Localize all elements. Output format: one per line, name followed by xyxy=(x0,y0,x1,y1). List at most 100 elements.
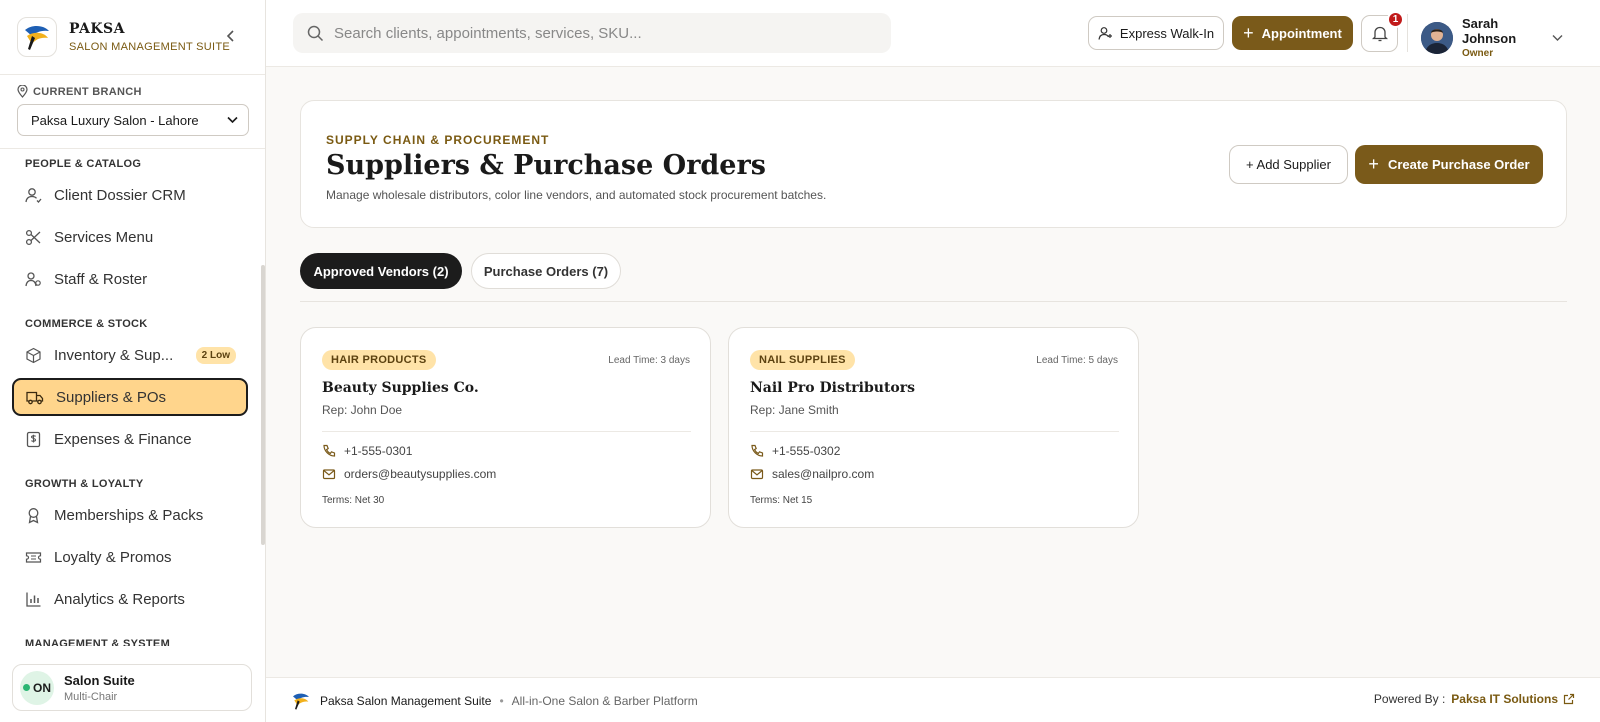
sidebar-item-loyalty[interactable]: Loyalty & Promos xyxy=(12,538,248,576)
scissors-icon xyxy=(24,228,42,246)
sidebar-item-label: Inventory & Sup... xyxy=(54,346,174,364)
phone-icon xyxy=(751,444,764,457)
online-dot-icon xyxy=(23,684,30,691)
salon-suite-card[interactable]: ON Salon Suite Multi-Chair xyxy=(12,664,252,711)
vendor-card[interactable]: NAIL SUPPLIES Lead Time: 5 days Nail Pro… xyxy=(728,327,1139,528)
search-input[interactable] xyxy=(334,24,874,42)
brand: PAKSA SALON MANAGEMENT SUITE xyxy=(0,0,265,75)
bell-icon xyxy=(1371,26,1388,42)
page-header-card: SUPPLY CHAIN & PROCUREMENT Suppliers & P… xyxy=(300,100,1567,228)
low-stock-badge: 2 Low xyxy=(195,346,236,364)
tabs-divider xyxy=(300,301,1567,302)
sidebar-item-label: Client Dossier CRM xyxy=(54,186,186,204)
add-supplier-button[interactable]: + Add Supplier xyxy=(1229,145,1348,184)
divider xyxy=(322,431,691,432)
vendor-rep: Rep: John Doe xyxy=(322,403,403,417)
truck-icon xyxy=(26,388,44,406)
bird-logo-icon xyxy=(293,693,309,710)
payment-terms: Terms: Net 15 xyxy=(750,495,813,506)
sidebar-item-staff[interactable]: Staff & Roster xyxy=(12,260,248,298)
vendor-card[interactable]: HAIR PRODUCTS Lead Time: 3 days Beauty S… xyxy=(300,327,711,528)
staff-icon xyxy=(24,270,42,288)
create-purchase-order-button[interactable]: + Create Purchase Order xyxy=(1355,145,1543,184)
map-pin-icon xyxy=(17,85,28,98)
external-link-icon[interactable] xyxy=(1563,693,1575,705)
vendor-email[interactable]: sales@nailpro.com xyxy=(750,467,874,481)
sidebar: PAKSA SALON MANAGEMENT SUITE CURRENT BRA… xyxy=(0,0,266,722)
sidebar-item-label: Analytics & Reports xyxy=(54,590,185,608)
branch-selector: CURRENT BRANCH Paksa Luxury Salon - Laho… xyxy=(0,75,265,149)
nav-section-management: MANAGEMENT & SYSTEM xyxy=(25,638,171,646)
vendor-phone[interactable]: +1-555-0301 xyxy=(322,444,412,458)
vendor-name: Nail Pro Distributors xyxy=(750,380,916,396)
collapse-sidebar-button[interactable] xyxy=(223,28,239,44)
sidebar-scrollbar[interactable] xyxy=(261,265,265,545)
divider xyxy=(750,431,1119,432)
receipt-icon xyxy=(24,430,42,448)
brand-subtitle: SALON MANAGEMENT SUITE xyxy=(69,41,231,53)
vendor-rep: Rep: Jane Smith xyxy=(750,403,839,417)
branch-selected-value: Paksa Luxury Salon - Lahore xyxy=(31,112,199,128)
chevron-down-icon xyxy=(1552,34,1563,41)
sidebar-item-services[interactable]: Services Menu xyxy=(12,218,248,256)
bird-logo-icon xyxy=(25,25,49,50)
avatar xyxy=(1421,21,1453,54)
express-walk-in-button[interactable]: Express Walk-In xyxy=(1088,16,1224,50)
paksa-logo[interactable] xyxy=(17,17,57,57)
tab-purchase-orders[interactable]: Purchase Orders (7) xyxy=(471,253,621,289)
lead-time: Lead Time: 5 days xyxy=(1036,355,1118,366)
vendor-name: Beauty Supplies Co. xyxy=(322,380,479,396)
sidebar-item-inventory[interactable]: Inventory & Sup... 2 Low xyxy=(12,336,248,374)
tab-approved-vendors[interactable]: Approved Vendors (2) xyxy=(300,253,462,289)
award-icon xyxy=(24,506,42,524)
suite-title: Salon Suite xyxy=(64,672,135,688)
sidebar-item-label: Staff & Roster xyxy=(54,270,148,288)
footer-separator: • xyxy=(499,694,504,708)
payment-terms: Terms: Net 30 xyxy=(322,495,385,506)
nav-section-commerce: COMMERCE & STOCK xyxy=(25,318,148,330)
branch-dropdown[interactable]: Paksa Luxury Salon - Lahore xyxy=(17,104,249,136)
nav-section-people: PEOPLE & CATALOG xyxy=(25,158,142,170)
vendor-phone[interactable]: +1-555-0302 xyxy=(750,444,840,458)
divider xyxy=(1407,14,1408,52)
lead-time: Lead Time: 3 days xyxy=(608,355,690,366)
company-link[interactable]: Paksa IT Solutions xyxy=(1451,692,1558,706)
sidebar-item-label: Services Menu xyxy=(54,228,154,246)
search-bar[interactable] xyxy=(293,13,891,53)
sidebar-item-expenses[interactable]: Expenses & Finance xyxy=(12,420,248,458)
vendor-email[interactable]: orders@beautysupplies.com xyxy=(322,467,496,481)
suite-subtitle: Multi-Chair xyxy=(64,690,118,703)
page-eyebrow: SUPPLY CHAIN & PROCUREMENT xyxy=(326,133,550,147)
notifications-button[interactable]: 1 xyxy=(1361,11,1404,52)
user-menu[interactable]: Sarah Johnson Owner xyxy=(1421,16,1563,59)
page-title: Suppliers & Purchase Orders xyxy=(326,150,766,181)
topbar: Express Walk-In + Appointment 1 Sarah Jo… xyxy=(266,0,1600,67)
sidebar-item-client-crm[interactable]: Client Dossier CRM xyxy=(12,176,248,214)
brand-name: PAKSA xyxy=(69,21,126,37)
new-appointment-button[interactable]: + Appointment xyxy=(1232,16,1353,50)
mail-icon xyxy=(322,469,336,480)
sidebar-item-suppliers[interactable]: Suppliers & POs xyxy=(12,378,248,416)
branch-label: CURRENT BRANCH xyxy=(17,85,248,98)
user-name: Sarah Johnson xyxy=(1462,16,1517,46)
sidebar-item-memberships[interactable]: Memberships & Packs xyxy=(12,496,248,534)
user-plus-icon xyxy=(1098,26,1112,40)
search-icon xyxy=(307,25,324,41)
footer: Paksa Salon Management Suite • All-in-On… xyxy=(266,677,1600,722)
nav-section-growth: GROWTH & LOYALTY xyxy=(25,478,144,490)
chevron-down-icon xyxy=(227,116,238,124)
bar-chart-icon xyxy=(24,590,42,608)
plus-icon: + xyxy=(1243,22,1254,43)
sidebar-item-label: Memberships & Packs xyxy=(54,506,204,524)
notification-count-badge: 1 xyxy=(1387,11,1404,28)
sidebar-item-label: Loyalty & Promos xyxy=(54,548,172,566)
phone-icon xyxy=(323,444,336,457)
sidebar-item-analytics[interactable]: Analytics & Reports xyxy=(12,580,248,618)
tab-bar: Approved Vendors (2) Purchase Orders (7) xyxy=(300,253,630,289)
user-icon xyxy=(24,186,42,204)
mail-icon xyxy=(750,469,764,480)
category-badge: NAIL SUPPLIES xyxy=(750,350,855,370)
powered-by-label: Powered By : xyxy=(1373,692,1446,706)
chevron-left-icon xyxy=(226,30,234,42)
sidebar-item-label: Expenses & Finance xyxy=(54,430,192,448)
